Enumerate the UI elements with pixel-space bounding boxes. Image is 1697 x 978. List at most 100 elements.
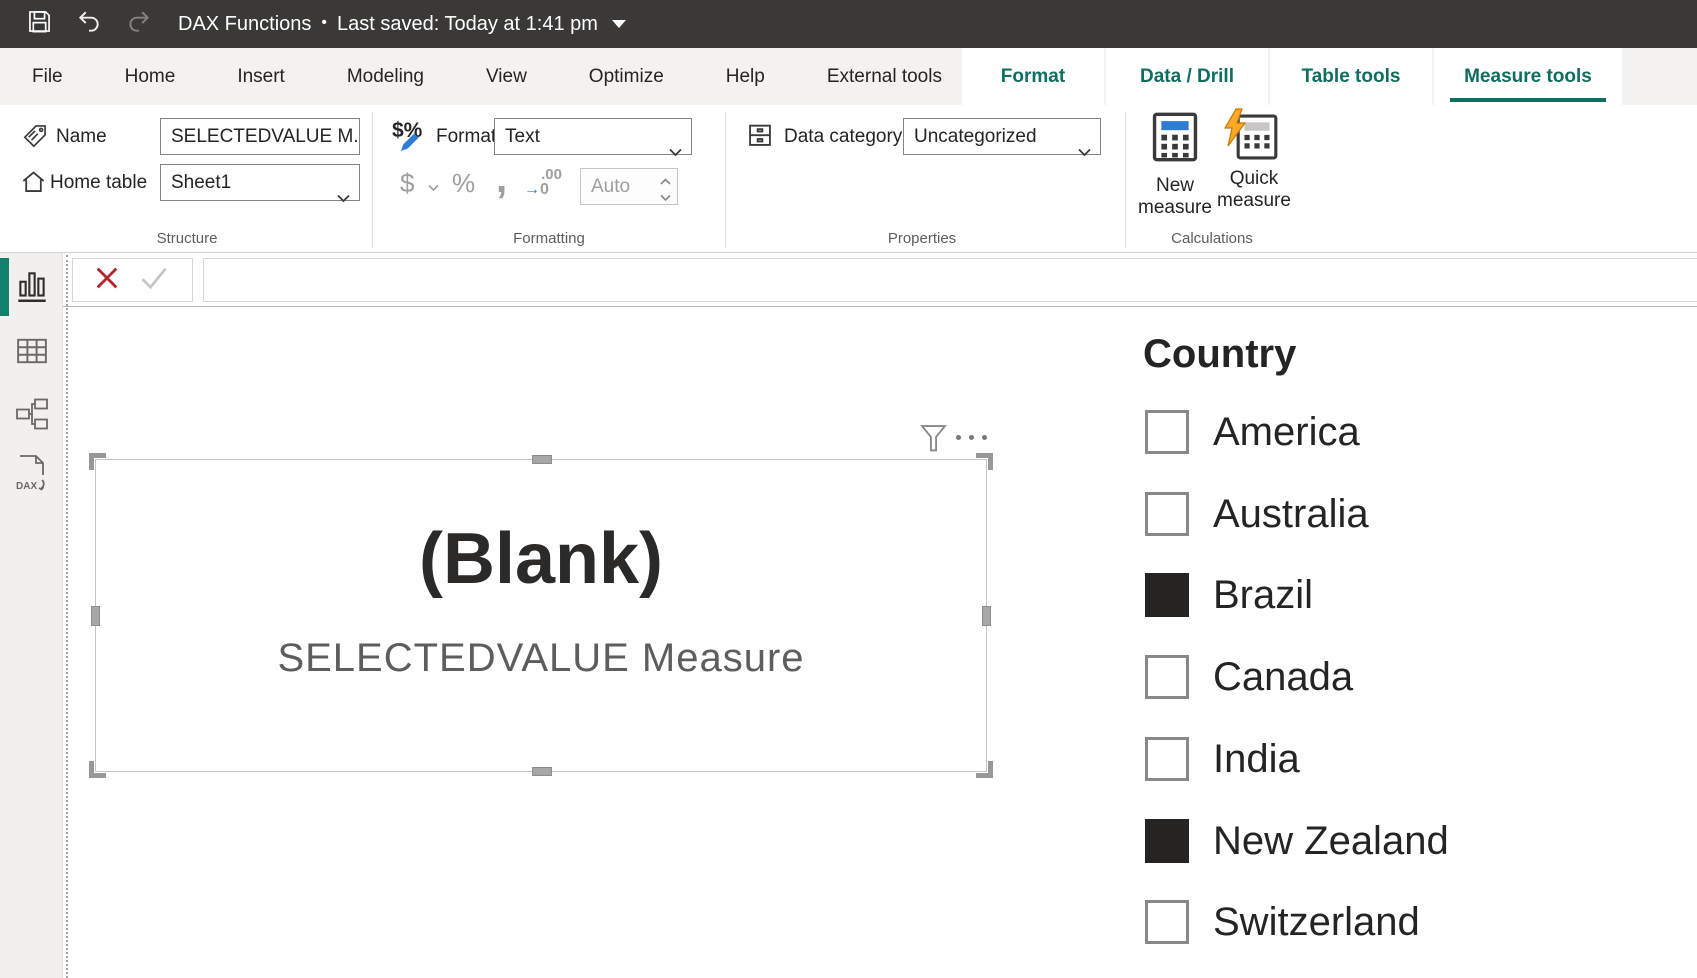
ribbon: Name SELECTEDVALUE M... Home table Sheet… [0,105,1697,253]
resize-handle-bottom-left[interactable] [89,761,106,778]
tab-table-tools[interactable]: Table tools [1270,48,1432,105]
resize-handle-top-right[interactable] [976,453,993,470]
checkbox[interactable] [1145,655,1189,699]
slicer-item-label: India [1213,736,1300,782]
properties-group-label: Properties [822,230,1022,247]
slicer-item-switzerland[interactable]: Switzerland [1145,899,1420,945]
decimal-places-stepper[interactable]: Auto [580,168,678,205]
menu-item-optimize[interactable]: Optimize [589,66,664,88]
resize-handle-top-left[interactable] [89,453,106,470]
title-separator: • [321,14,327,32]
data-category-label: Data category [784,118,902,155]
formula-bar: 1 SELECTEDVALUE Measure = SELECTEDVALUE(… [0,253,1697,307]
view-sidebar: DAX [0,253,63,978]
slicer-item-america[interactable]: America [1145,409,1360,455]
model-view-button[interactable] [14,396,50,436]
active-view-indicator [0,258,9,316]
menu-item-external-tools[interactable]: External tools [827,66,942,88]
tab-format[interactable]: Format [962,48,1104,105]
undo-button[interactable] [74,9,104,39]
chevron-down-icon[interactable] [612,20,626,28]
checkbox[interactable] [1145,573,1189,617]
tab-measure-tools[interactable]: Measure tools [1434,48,1622,105]
commit-button[interactable] [139,264,169,297]
checkbox[interactable] [1145,819,1189,863]
tab-label: Data / Drill [1140,66,1234,88]
chevron-down-icon[interactable] [428,179,439,197]
report-view-icon [15,267,49,310]
quick-measure-button[interactable]: Quick measure [1212,112,1296,224]
auto-value: Auto [591,169,630,204]
name-input[interactable]: SELECTEDVALUE M... [160,118,360,155]
data-category-value: Uncategorized [914,126,1037,147]
data-view-button[interactable] [14,333,50,373]
quick-measure-label: Quick measure [1212,168,1296,212]
dax-formula-input[interactable]: 1 SELECTEDVALUE Measure = SELECTEDVALUE(… [203,258,1697,302]
resize-handle-bottom-right[interactable] [976,761,993,778]
dax-query-view-button[interactable]: DAX [14,455,50,495]
format-icon: $% [392,119,434,155]
checkbox[interactable] [1145,737,1189,781]
menu-items: File Home Insert Modeling View Optimize Help Ex… [32,48,942,105]
decimal-zero: 0 [540,181,549,198]
menu-item-home[interactable]: Home [125,66,176,88]
slicer-item-australia[interactable]: Australia [1145,491,1369,537]
dax-icon: DAX [14,453,50,498]
cancel-button[interactable] [93,264,121,297]
slicer-item-label: Switzerland [1213,899,1420,945]
spin-down-icon[interactable] [660,189,671,207]
calculations-group-label: Calculations [1112,230,1312,247]
card-visual[interactable]: (Blank) SELECTEDVALUE Measure [95,459,987,772]
filter-icon[interactable] [920,424,947,458]
menu-item-file[interactable]: File [32,66,63,88]
powerbi-window: DAX Functions • Last saved: Today at 1:4… [0,0,1697,978]
save-status: Last saved: Today at 1:41 pm [337,13,598,36]
decimal-places-button[interactable]: .00 →0 [524,170,564,204]
resize-handle-bottom[interactable] [532,767,552,776]
contextual-tabs: Format Data / Drill Table tools Measure too… [962,48,1622,105]
new-measure-label: New measure [1133,175,1217,219]
menu-bar: File Home Insert Modeling View Optimize Help Ex… [0,48,1697,105]
thousands-separator-button[interactable]: , [496,157,507,202]
menu-item-help[interactable]: Help [726,66,765,88]
slicer-item-canada[interactable]: Canada [1145,654,1353,700]
slicer-item-india[interactable]: India [1145,736,1300,782]
currency-format-button[interactable]: $ [400,168,414,199]
slicer-item-label: Brazil [1213,572,1313,618]
format-select[interactable]: Text [494,118,692,155]
checkbox[interactable] [1145,492,1189,536]
slicer-item-brazil[interactable]: Brazil [1145,572,1313,618]
resize-handle-top[interactable] [532,455,552,464]
more-options-button[interactable] [956,435,987,440]
formatting-group-label: Formatting [449,230,649,247]
chevron-down-icon [1078,134,1091,169]
menu-item-modeling[interactable]: Modeling [347,66,424,88]
document-title-area: DAX Functions • Last saved: Today at 1:4… [178,13,598,36]
new-measure-button[interactable]: New measure [1133,112,1217,224]
structure-group-label: Structure [87,230,287,247]
tab-label: Measure tools [1464,66,1592,88]
formula-action-buttons [72,258,193,302]
ellipsis-icon [956,435,961,440]
percent-format-button[interactable]: % [452,168,475,199]
undo-icon [76,9,102,40]
menu-item-view[interactable]: View [486,66,527,88]
save-button[interactable] [24,9,54,39]
tab-data-drill[interactable]: Data / Drill [1106,48,1268,105]
slicer-item-label: Australia [1213,491,1369,537]
redo-button[interactable] [124,9,154,39]
card-label: SELECTEDVALUE Measure [96,636,986,681]
menu-item-insert[interactable]: Insert [237,66,285,88]
data-category-icon [746,121,774,154]
card-value: (Blank) [96,518,986,600]
svg-text:DAX: DAX [16,481,37,492]
name-label: Name [56,118,107,155]
resize-handle-right[interactable] [982,606,991,626]
table-icon [16,337,48,370]
data-category-select[interactable]: Uncategorized [903,118,1101,155]
slicer-item-new-zealand[interactable]: New Zealand [1145,818,1449,864]
checkbox[interactable] [1145,900,1189,944]
resize-handle-left[interactable] [91,606,100,626]
checkbox[interactable] [1145,410,1189,454]
report-view-button[interactable] [14,268,50,308]
